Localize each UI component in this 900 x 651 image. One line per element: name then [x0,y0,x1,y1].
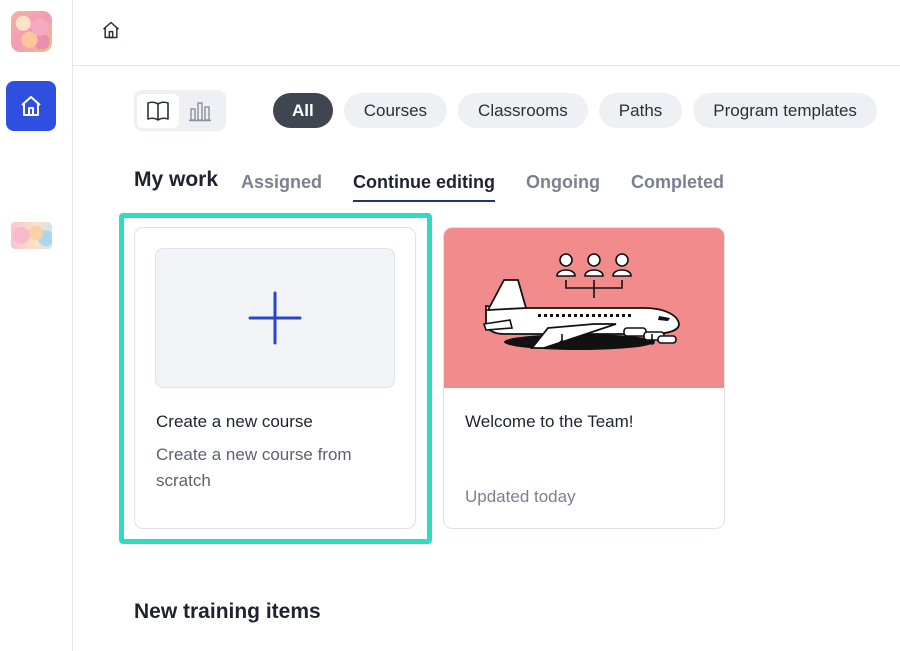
card-updated-status: Updated today [465,487,576,506]
filter-paths[interactable]: Paths [598,93,683,128]
card-title: Create a new course [156,412,313,431]
filter-courses[interactable]: Courses [343,93,448,128]
sidebar-item-home[interactable] [6,81,56,131]
home-icon [21,96,41,116]
tab-ongoing[interactable]: Ongoing [526,172,600,202]
view-catalog-button[interactable] [137,93,179,128]
airplane-illustration [482,253,680,350]
workspace-thumbnail[interactable] [11,222,52,249]
tab-assigned[interactable]: Assigned [241,172,322,202]
course-thumbnail [444,228,724,388]
sidebar [0,0,73,651]
book-icon [147,101,169,121]
bar-chart-icon [189,101,211,121]
filter-all[interactable]: All [273,93,333,128]
my-work-tabs: Assigned Continue editing Ongoing Comple… [241,172,724,202]
top-bar [73,0,900,66]
filter-program-templates[interactable]: Program templates [693,93,877,128]
home-icon[interactable] [101,20,121,40]
filter-pills: All Courses Classrooms Paths Program tem… [273,93,877,128]
create-course-card[interactable]: Create a new course Create a new course … [134,227,416,529]
filter-classrooms[interactable]: Classrooms [458,93,588,128]
card-description: Create a new course from scratch [156,445,352,490]
my-work-heading: My work [134,168,219,191]
tab-completed[interactable]: Completed [631,172,724,202]
course-card-welcome[interactable]: Welcome to the Team! Updated today [443,227,725,529]
view-toggle [134,90,226,131]
new-training-heading: New training items [134,600,321,623]
create-course-placeholder[interactable] [155,248,395,388]
card-title: Welcome to the Team! [465,412,634,431]
view-analytics-button[interactable] [179,94,221,128]
tab-continue-editing[interactable]: Continue editing [353,172,495,202]
plus-icon [248,291,302,345]
workspace-avatar[interactable] [11,11,52,52]
